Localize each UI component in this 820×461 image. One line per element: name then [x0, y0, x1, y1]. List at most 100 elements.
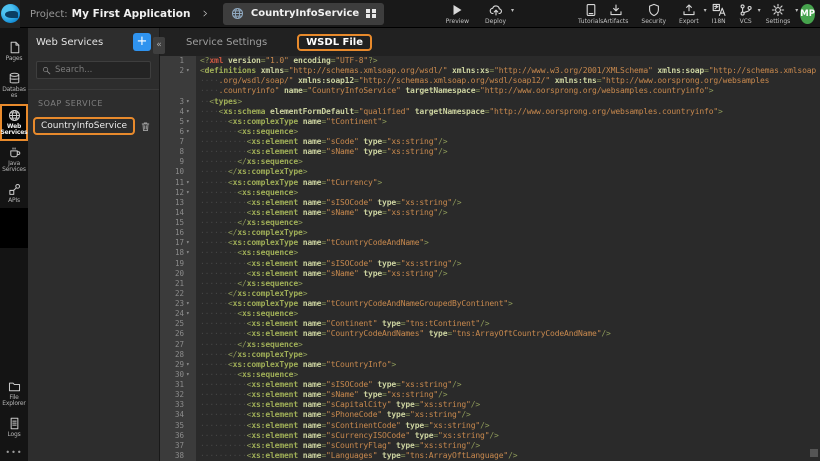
- code-line[interactable]: ······</xs:complexType>: [196, 350, 820, 360]
- line-number[interactable]: 24: [160, 309, 186, 319]
- service-tab[interactable]: CountryInfoService: [223, 3, 384, 25]
- action-security[interactable]: Security: [641, 3, 666, 25]
- sidebar-item-web-services[interactable]: Web Services: [0, 104, 28, 141]
- line-number[interactable]: 4: [160, 107, 186, 117]
- sidebar-item-pages[interactable]: Pages: [0, 36, 28, 67]
- code-line[interactable]: ····<xs:schema elementFormDefault="quali…: [196, 107, 820, 117]
- code-line[interactable]: ······</xs:complexType>: [196, 228, 820, 238]
- action-tutorials[interactable]: Tutorials: [578, 3, 603, 25]
- code-line[interactable]: ··········<xs:element name="sCurrencyISO…: [196, 431, 820, 441]
- code-line[interactable]: ··········<xs:element name="sName" type=…: [196, 208, 820, 218]
- action-artifacts[interactable]: Artifacts: [603, 3, 628, 25]
- chevron-down-icon[interactable]: ▾: [511, 7, 514, 14]
- code-line[interactable]: ······<xs:complexType name="tCountryCode…: [196, 238, 820, 248]
- sidebar-item-file-explorer[interactable]: File Explorer: [0, 375, 28, 412]
- code-line[interactable]: ··········<xs:element name="Languages" t…: [196, 451, 820, 461]
- code-line[interactable]: ··········<xs:element name="sISOCode" ty…: [196, 259, 820, 269]
- search-input[interactable]: [55, 65, 145, 75]
- grid-icon[interactable]: [366, 9, 376, 19]
- collapse-panel-button[interactable]: «: [153, 37, 165, 54]
- fold-toggle-icon[interactable]: ▾: [186, 299, 196, 309]
- code-line[interactable]: ··········<xs:element name="sCapitalCity…: [196, 400, 820, 410]
- code-line[interactable]: ··········<xs:element name="sName" type=…: [196, 269, 820, 279]
- tab-service-settings[interactable]: Service Settings: [186, 37, 267, 48]
- fold-toggle-icon[interactable]: ▾: [186, 178, 196, 188]
- wavemaker-logo[interactable]: [0, 0, 20, 28]
- line-number[interactable]: 2: [160, 66, 186, 76]
- sidebar-item-apis[interactable]: APIs: [0, 178, 28, 209]
- line-number[interactable]: 18: [160, 248, 186, 258]
- code-line[interactable]: ········</xs:sequence>: [196, 218, 820, 228]
- code-line[interactable]: ········<xs:sequence>: [196, 309, 820, 319]
- tab-wsdl-file[interactable]: WSDL File: [297, 34, 372, 51]
- fold-toggle-icon[interactable]: ▾: [186, 107, 196, 117]
- code-line[interactable]: ······<xs:complexType name="tCountryInfo…: [196, 360, 820, 370]
- fold-toggle-icon[interactable]: ▾: [186, 309, 196, 319]
- fold-toggle-icon[interactable]: ▾: [186, 370, 196, 380]
- action-deploy[interactable]: ▾Deploy: [485, 3, 506, 25]
- line-number[interactable]: 11: [160, 178, 186, 188]
- action-vcs[interactable]: ▾VCS: [739, 3, 753, 25]
- code-line[interactable]: ········<xs:sequence>: [196, 370, 820, 380]
- action-export[interactable]: ▾Export: [679, 3, 699, 25]
- code-line[interactable]: ····.org/wsdl/soap/" xmlns:soap12="http:…: [196, 76, 820, 86]
- code-line[interactable]: ······<xs:complexType name="tContinent">: [196, 117, 820, 127]
- code-line[interactable]: ······</xs:complexType>: [196, 167, 820, 177]
- code-line[interactable]: ······<xs:complexType name="tCurrency">: [196, 178, 820, 188]
- code-line[interactable]: ······<xs:complexType name="tCountryCode…: [196, 299, 820, 309]
- code-line[interactable]: ········</xs:sequence>: [196, 279, 820, 289]
- line-number[interactable]: 3: [160, 97, 186, 107]
- fold-toggle-icon[interactable]: ▾: [186, 117, 196, 127]
- sidebar-item-databases[interactable]: Databases: [0, 67, 28, 104]
- code-line[interactable]: ····.countryinfo" name="CountryInfoServi…: [196, 86, 820, 96]
- more-options-icon[interactable]: •••: [0, 442, 28, 461]
- code-line[interactable]: ··········<xs:element name="sISOCode" ty…: [196, 198, 820, 208]
- scrollbar-corner[interactable]: [810, 449, 818, 457]
- fold-toggle-icon[interactable]: ▾: [186, 238, 196, 248]
- code-line[interactable]: ······</xs:complexType>: [196, 289, 820, 299]
- code-line[interactable]: ··········<xs:element name="sCountryFlag…: [196, 441, 820, 451]
- action-preview[interactable]: Preview: [446, 3, 469, 25]
- code-line[interactable]: ··········<xs:element name="sContinentCo…: [196, 421, 820, 431]
- sidebar-item-logs[interactable]: Logs: [0, 412, 28, 443]
- user-avatar[interactable]: MP: [800, 4, 815, 24]
- code-line[interactable]: ··········<xs:element name="sCode" type=…: [196, 137, 820, 147]
- code-line[interactable]: ········<xs:sequence>: [196, 248, 820, 258]
- fold-toggle-icon[interactable]: ▾: [186, 66, 196, 76]
- action-settings[interactable]: ▾Settings: [766, 3, 791, 25]
- action-i18n[interactable]: I18N: [712, 3, 726, 25]
- line-number[interactable]: 30: [160, 370, 186, 380]
- code-line[interactable]: ········<xs:sequence>: [196, 188, 820, 198]
- trash-icon[interactable]: [140, 121, 151, 132]
- chevron-down-icon[interactable]: ▾: [758, 7, 761, 14]
- fold-toggle-icon[interactable]: ▾: [186, 97, 196, 107]
- sidebar-item-java-services[interactable]: Java Services: [0, 141, 28, 178]
- line-number[interactable]: 5: [160, 117, 186, 127]
- code-line[interactable]: <?xml version="1.0" encoding="UTF-8"?>: [196, 56, 820, 66]
- code-line[interactable]: ··········<xs:element name="CountryCodeA…: [196, 329, 820, 339]
- code-line[interactable]: ········</xs:sequence>: [196, 340, 820, 350]
- wsdl-code-editor[interactable]: 1<?xml version="1.0" encoding="UTF-8"?>2…: [160, 56, 820, 461]
- fold-toggle-icon[interactable]: ▾: [186, 360, 196, 370]
- line-number[interactable]: 6: [160, 127, 186, 137]
- line-number[interactable]: 29: [160, 360, 186, 370]
- line-number[interactable]: 23: [160, 299, 186, 309]
- chevron-down-icon[interactable]: ▾: [704, 7, 707, 14]
- fold-toggle-icon[interactable]: ▾: [186, 248, 196, 258]
- chevron-down-icon[interactable]: ▾: [795, 7, 798, 14]
- code-line[interactable]: ··········<xs:element name="sName" type=…: [196, 390, 820, 400]
- fold-toggle-icon[interactable]: ▾: [186, 188, 196, 198]
- code-line[interactable]: ··········<xs:element name="sPhoneCode" …: [196, 410, 820, 420]
- code-line[interactable]: ··<types>: [196, 97, 820, 107]
- code-line[interactable]: ··········<xs:element name="Continent" t…: [196, 319, 820, 329]
- code-line[interactable]: <definitions xmlns="http://schemas.xmlso…: [196, 66, 820, 76]
- line-number[interactable]: 17: [160, 238, 186, 248]
- code-line[interactable]: ········</xs:sequence>: [196, 157, 820, 167]
- fold-toggle-icon[interactable]: ▾: [186, 127, 196, 137]
- code-line[interactable]: ········<xs:sequence>: [196, 127, 820, 137]
- list-item-service[interactable]: CountryInfoService: [28, 114, 159, 138]
- line-number[interactable]: 12: [160, 188, 186, 198]
- code-line[interactable]: ··········<xs:element name="sISOCode" ty…: [196, 380, 820, 390]
- code-line[interactable]: ··········<xs:element name="sName" type=…: [196, 147, 820, 157]
- add-service-button[interactable]: +: [133, 33, 151, 51]
